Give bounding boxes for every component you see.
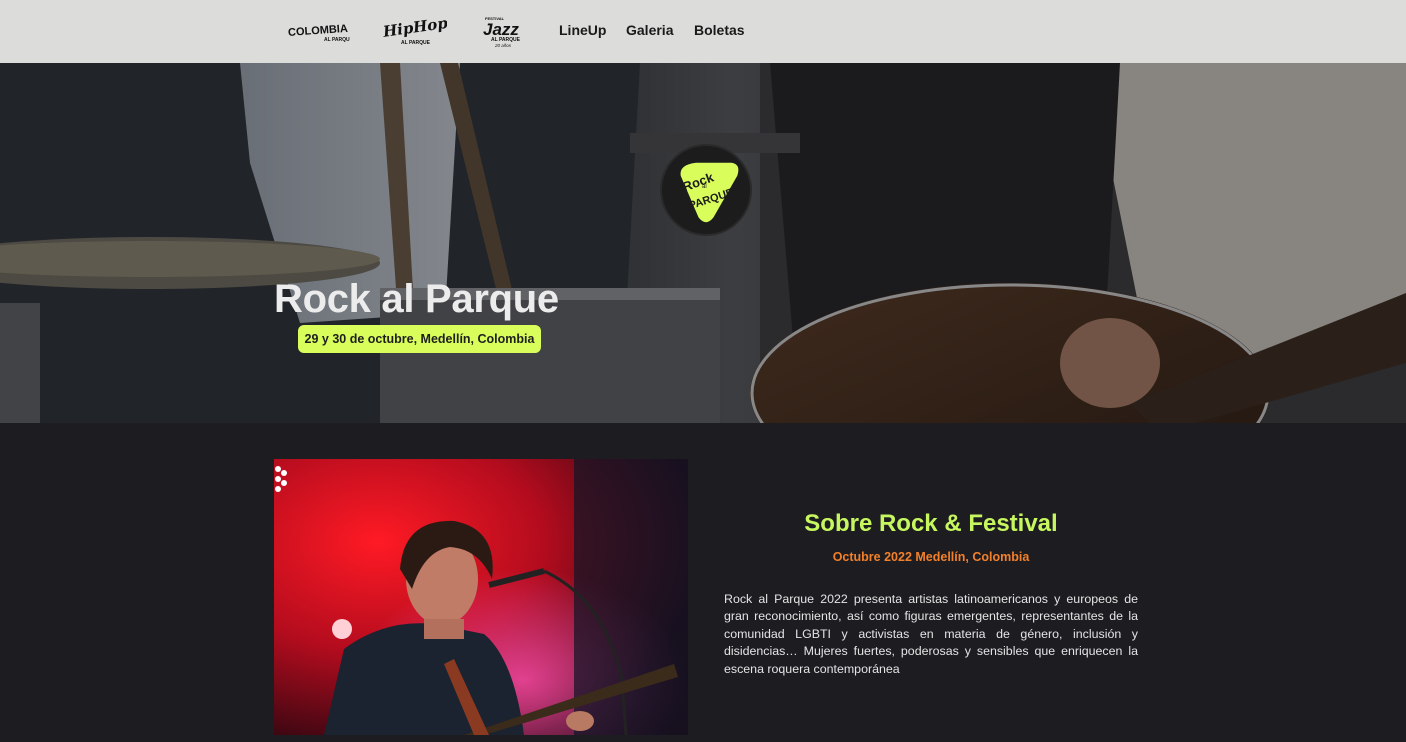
jazz-logo-icon: FESTIVAL Jazz AL PARQUE 20 años xyxy=(483,16,521,48)
about-subheading: Octubre 2022 Medellín, Colombia xyxy=(832,550,1030,564)
singer-photo xyxy=(274,459,688,735)
hero-overlay xyxy=(0,63,1406,423)
about-heading: Sobre Rock & Festival xyxy=(804,510,1058,537)
rock-al-parque-logo: Rock al PARQUE xyxy=(662,146,750,234)
svg-text:al: al xyxy=(702,184,707,190)
about-section: Sobre Rock & Festival Octubre 2022 Medel… xyxy=(0,423,1406,742)
hiphop-logo-icon: HipHop AL PARQUE xyxy=(381,15,447,46)
nav-link-boletas[interactable]: Boletas xyxy=(694,21,745,39)
colombia-logo-icon: COLOMBIA AL PARQUE xyxy=(288,23,350,43)
svg-text:AL PARQUE: AL PARQUE xyxy=(401,40,431,46)
event-date-badge: 29 y 30 de octubre, Medellín, Colombia xyxy=(298,325,541,353)
colombia-logo[interactable]: COLOMBIA AL PARQUE xyxy=(286,14,350,48)
nav-link-lineup[interactable]: LineUp xyxy=(559,21,606,39)
nav-link-galeria[interactable]: Galeria xyxy=(626,21,673,39)
hero-banner: Rock al PARQUE Rock al Parque 29 y 30 de… xyxy=(0,63,1406,423)
svg-text:HipHop: HipHop xyxy=(381,15,447,41)
svg-text:AL PARQUE: AL PARQUE xyxy=(324,37,350,43)
about-description: Rock al Parque 2022 presenta artistas la… xyxy=(724,592,1138,676)
jazz-logo[interactable]: FESTIVAL Jazz AL PARQUE 20 años xyxy=(481,14,529,48)
singer-image xyxy=(274,459,688,735)
svg-text:20 años: 20 años xyxy=(494,43,512,48)
hero-title: Rock al Parque xyxy=(274,277,559,321)
guitar-pick-icon: Rock al PARQUE xyxy=(679,161,740,224)
navbar: COLOMBIA AL PARQUE HipHop AL PARQUE FEST… xyxy=(0,0,1406,63)
hiphop-logo[interactable]: HipHop AL PARQUE xyxy=(381,14,447,48)
